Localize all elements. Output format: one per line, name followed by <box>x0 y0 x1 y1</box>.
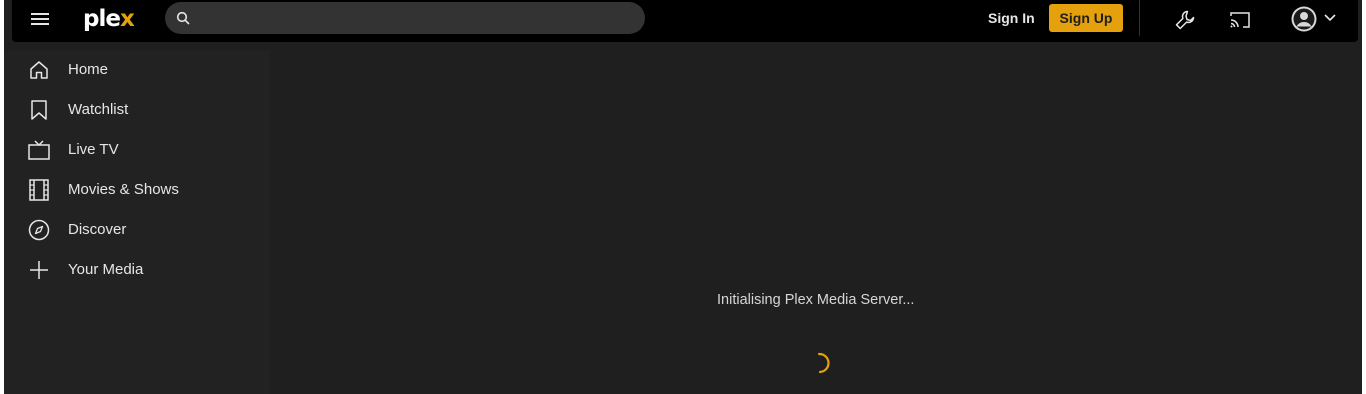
logo-text: ple <box>83 6 121 32</box>
sign-in-button[interactable]: Sign In <box>988 10 1035 26</box>
loading-spinner-icon <box>817 352 830 374</box>
topbar-divider <box>1139 0 1140 36</box>
sidebar-item-watchlist[interactable]: Watchlist <box>4 90 270 130</box>
search-input[interactable] <box>199 7 633 31</box>
avatar-icon[interactable] <box>1290 5 1318 33</box>
menu-icon <box>31 13 49 25</box>
sidebar-item-live-tv[interactable]: Live TV <box>4 130 270 170</box>
logo-accent: x <box>119 6 135 32</box>
sign-up-button[interactable]: Sign Up <box>1049 4 1123 32</box>
chevron-down-icon[interactable] <box>1323 12 1337 24</box>
home-icon <box>30 61 48 79</box>
sidebar-item-home[interactable]: Home <box>4 50 270 90</box>
sidebar: Home Watchlist Live TV Movies & Shows Di… <box>4 50 270 394</box>
bookmark-icon <box>31 100 47 120</box>
sidebar-item-label: Your Media <box>68 261 144 278</box>
wrench-icon[interactable] <box>1173 8 1197 32</box>
sidebar-item-label: Discover <box>68 221 127 238</box>
sidebar-item-label: Watchlist <box>68 101 129 118</box>
tv-icon <box>28 140 50 160</box>
search-icon <box>176 11 190 25</box>
sidebar-item-label: Movies & Shows <box>68 181 179 198</box>
loading-status-text: Initialising Plex Media Server... <box>717 292 915 308</box>
sidebar-item-movies-shows[interactable]: Movies & Shows <box>4 170 270 210</box>
sidebar-item-label: Live TV <box>68 141 119 158</box>
cast-icon[interactable] <box>1228 8 1252 32</box>
compass-icon <box>28 219 50 241</box>
top-bar: plex Sign In Sign Up <box>12 0 1358 42</box>
plus-icon <box>30 261 48 279</box>
plex-app-window: plex Sign In Sign Up Home Watchlist Live… <box>4 0 1362 394</box>
menu-button[interactable] <box>30 10 50 28</box>
search-bar[interactable] <box>165 2 645 34</box>
film-icon <box>29 179 49 201</box>
plex-logo[interactable]: plex <box>83 5 135 33</box>
sidebar-item-discover[interactable]: Discover <box>4 210 270 250</box>
sidebar-item-label: Home <box>68 61 109 78</box>
sidebar-item-your-media[interactable]: Your Media <box>4 250 270 290</box>
